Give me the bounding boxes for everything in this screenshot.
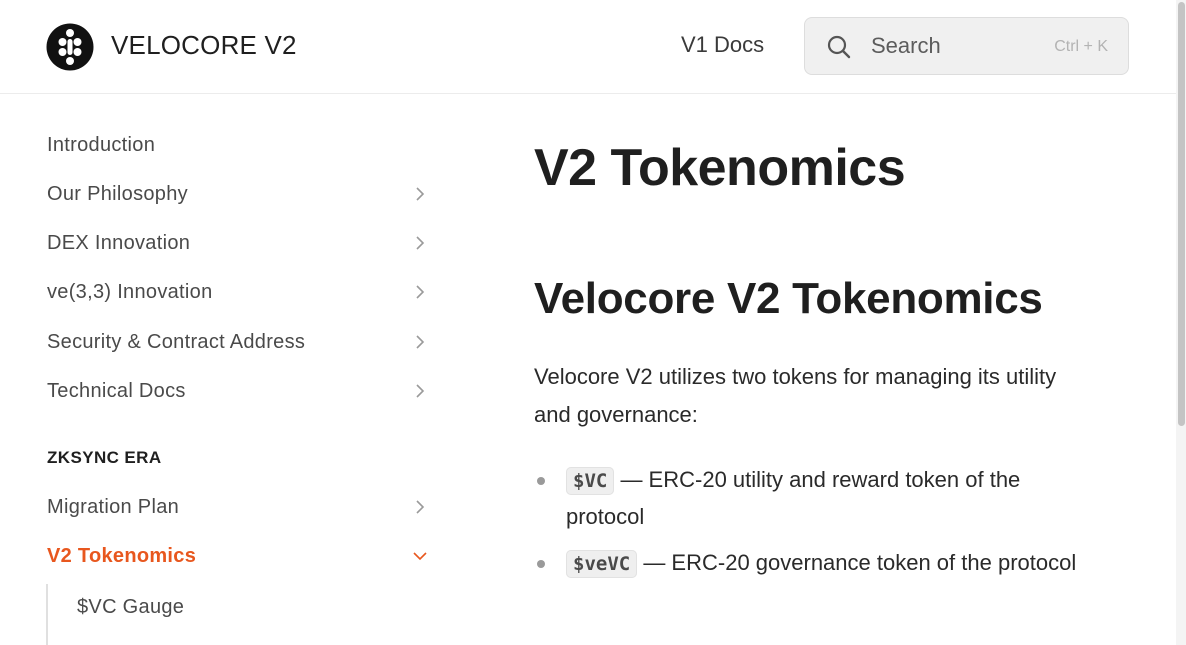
token-code-vevc: $veVC [566, 550, 638, 578]
sidebar-item-our-philosophy[interactable]: Our Philosophy [47, 175, 437, 215]
search-icon [827, 35, 851, 59]
sidebar-item-label: Technical Docs [47, 380, 186, 402]
sidebar-item-migration-plan[interactable]: Migration Plan [47, 488, 437, 528]
list-item: $veVC — ERC-20 governance token of the p… [534, 545, 1094, 582]
chevron-right-icon [416, 236, 425, 250]
sidebar-item-label: Security & Contract Address [47, 331, 306, 353]
scrollbar-thumb[interactable] [1178, 2, 1185, 426]
sidebar-item-label: V2 Tokenomics [47, 545, 197, 567]
section-heading: Velocore V2 Tokenomics [534, 274, 1043, 323]
search-box[interactable]: Search Ctrl + K [804, 17, 1129, 75]
sidebar-item-dex-innovation[interactable]: DEX Innovation [47, 224, 437, 264]
sidebar-subitem-vc-gauge[interactable]: $VC Gauge [77, 596, 184, 619]
sidebar-item-label: Introduction [47, 134, 156, 156]
search-placeholder: Search [871, 33, 941, 58]
velocore-logo-icon[interactable] [46, 23, 94, 71]
top-header: VELOCORE V2 V1 Docs Search Ctrl + K [0, 0, 1176, 94]
list-item: $VC — ERC-20 utility and reward token of… [534, 462, 1094, 534]
sidebar-item-label: ve(3,3) Innovation [47, 281, 213, 303]
sidebar-nav: Introduction Our Philosophy DEX Innovati… [0, 94, 470, 645]
search-shortcut-hint: Ctrl + K [1054, 38, 1108, 55]
chevron-right-icon [416, 187, 425, 201]
main-content: V2 Tokenomics Velocore V2 Tokenomics Vel… [534, 94, 1134, 645]
sidebar-section-title: ZKSYNC ERA [47, 448, 162, 467]
sidebar-item-label: Migration Plan [47, 496, 180, 518]
page-scrollbar[interactable] [1176, 0, 1186, 645]
bullet-dot [537, 477, 545, 485]
list-item-text: — ERC-20 governance token of the protoco… [637, 550, 1077, 575]
chevron-down-icon [413, 552, 427, 561]
chevron-right-icon [416, 384, 425, 398]
token-code-vc: $VC [566, 467, 615, 495]
token-list: $VC — ERC-20 utility and reward token of… [534, 462, 1094, 593]
sidebar-item-label: DEX Innovation [47, 232, 191, 254]
sub-nav-rail [46, 584, 48, 645]
intro-paragraph: Velocore V2 utilizes two tokens for mana… [534, 364, 1057, 427]
sidebar-item-introduction[interactable]: Introduction [47, 126, 437, 166]
chevron-right-icon [416, 285, 425, 299]
chevron-right-icon [416, 500, 425, 514]
v1-docs-link[interactable]: V1 Docs [681, 32, 764, 58]
sidebar-item-technical-docs[interactable]: Technical Docs [47, 372, 437, 412]
sidebar-item-v2-tokenomics[interactable]: V2 Tokenomics [47, 537, 437, 577]
sidebar-item-ve33-innovation[interactable]: ve(3,3) Innovation [47, 273, 437, 313]
chevron-right-icon [416, 335, 425, 349]
brand-name[interactable]: VELOCORE V2 [111, 30, 297, 61]
sidebar-item-label: Our Philosophy [47, 183, 188, 205]
bullet-dot [537, 560, 545, 568]
sidebar-item-security[interactable]: Security & Contract Address [47, 323, 437, 363]
page-title: V2 Tokenomics [534, 139, 906, 197]
list-item-text: — ERC-20 utility and reward token of the… [566, 467, 1021, 529]
